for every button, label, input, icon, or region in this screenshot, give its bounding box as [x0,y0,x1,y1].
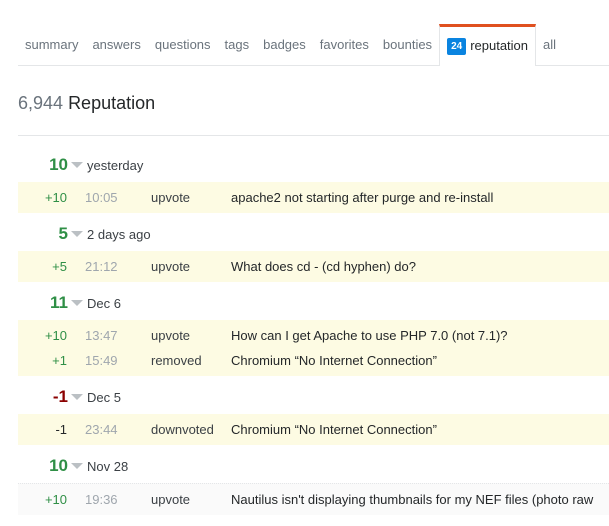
rep-time: 19:36 [85,492,118,507]
profile-tabs: summary answers questions tags badges favorit… [18,24,609,66]
post-link[interactable]: apache2 not starting after purge and re-… [231,190,609,206]
rep-time: 13:47 [85,328,118,343]
caret-down-icon[interactable] [71,463,83,469]
reputation-count: 6,944 [18,93,64,113]
day-group-header[interactable]: 10 yesterday [18,150,609,180]
day-total: -1 [52,387,68,406]
day-group-header[interactable]: 11 Dec 6 [18,288,609,318]
rep-time: 10:05 [85,190,118,205]
table-row: +1 15:49 removed Chromium “No Internet Conn… [18,348,609,373]
page-title: 6,944 Reputation [18,93,155,114]
tab-label: questions [154,37,211,52]
day-date: Dec 6 [87,295,121,311]
divider [18,135,609,136]
day-entries: -1 23:44 downvoted Chromium “No Internet Co… [18,414,609,445]
tab-badges[interactable]: badges [256,24,313,65]
rep-action: downvoted [151,422,214,437]
rep-amount: +10 [44,190,67,205]
tab-label: tags [224,37,250,52]
day-entries: +10 13:47 upvote How can I get Apache to us… [18,320,609,376]
caret-down-icon[interactable] [71,231,83,237]
tab-label: summary [25,37,79,52]
rep-action: upvote [151,328,191,343]
day-total: 10 [49,155,68,174]
tab-reputation[interactable]: 24 reputation [439,24,537,66]
rep-time: 23:44 [85,422,118,437]
rep-time: 15:49 [85,353,118,368]
day-entries: +5 21:12 upvote What does cd - (cd hyphen) … [18,251,609,282]
day-entries: +10 10:05 upvote apache2 not starting after… [18,182,609,213]
rep-amount: +10 [44,328,67,343]
post-link[interactable]: Nautilus isn't displaying thumbnails for… [231,492,609,508]
caret-down-icon[interactable] [71,162,83,168]
post-link[interactable]: Chromium “No Internet Connection” [231,422,609,438]
rep-amount: +1 [52,353,67,368]
tab-bounties[interactable]: bounties [376,24,439,65]
tab-tags[interactable]: tags [218,24,257,65]
tab-label: badges [263,37,306,52]
day-group-header[interactable]: 5 2 days ago [18,219,609,249]
post-link[interactable]: Chromium “No Internet Connection” [231,353,609,369]
tab-all[interactable]: all [536,24,563,65]
tab-answers[interactable]: answers [85,24,147,65]
day-date: yesterday [87,157,144,173]
day-group-header[interactable]: 10 Nov 28 [18,451,609,481]
tab-label: reputation [470,38,529,53]
day-group-header[interactable]: -1 Dec 5 [18,382,609,412]
rep-action: upvote [151,259,191,274]
rep-amount: +5 [52,259,67,274]
rep-amount: -1 [55,422,67,437]
rep-action: upvote [151,190,191,205]
caret-down-icon[interactable] [71,300,83,306]
day-date: Dec 5 [87,389,121,405]
reputation-label: Reputation [68,93,156,113]
day-total: 11 [50,293,68,312]
rep-time: 21:12 [85,259,118,274]
tab-favorites[interactable]: favorites [313,24,376,65]
table-row: -1 23:44 downvoted Chromium “No Internet Co… [18,417,609,442]
caret-down-icon[interactable] [71,394,83,400]
day-total: 5 [58,224,68,243]
rep-action: upvote [151,492,191,507]
table-row: +10 13:47 upvote How can I get Apache to us… [18,323,609,348]
reputation-change-badge: 24 [447,38,467,55]
tab-summary[interactable]: summary [18,24,85,65]
table-row: +5 21:12 upvote What does cd - (cd hyphen) … [18,254,609,279]
tab-questions[interactable]: questions [148,24,218,65]
tab-label: favorites [319,37,369,52]
tab-label: answers [92,37,141,52]
table-row: +10 10:05 upvote apache2 not starting after… [18,185,609,210]
rep-amount: +10 [44,492,67,507]
reputation-history: 10 yesterday +10 10:05 upvote apache2 not sta… [18,150,609,521]
post-link[interactable]: What does cd - (cd hyphen) do? [231,259,609,275]
rep-action: removed [151,353,202,368]
day-date: Nov 28 [87,458,129,474]
tab-label: all [543,37,557,52]
post-link[interactable]: How can I get Apache to use PHP 7.0 (not… [231,328,609,344]
day-date: 2 days ago [87,226,151,242]
tab-label: bounties [382,37,433,52]
table-row: +10 19:36 upvote Nautilus isn't displaying … [18,487,609,512]
day-total: 10 [49,456,68,475]
day-entries: +10 19:36 upvote Nautilus isn't displaying … [18,483,609,515]
